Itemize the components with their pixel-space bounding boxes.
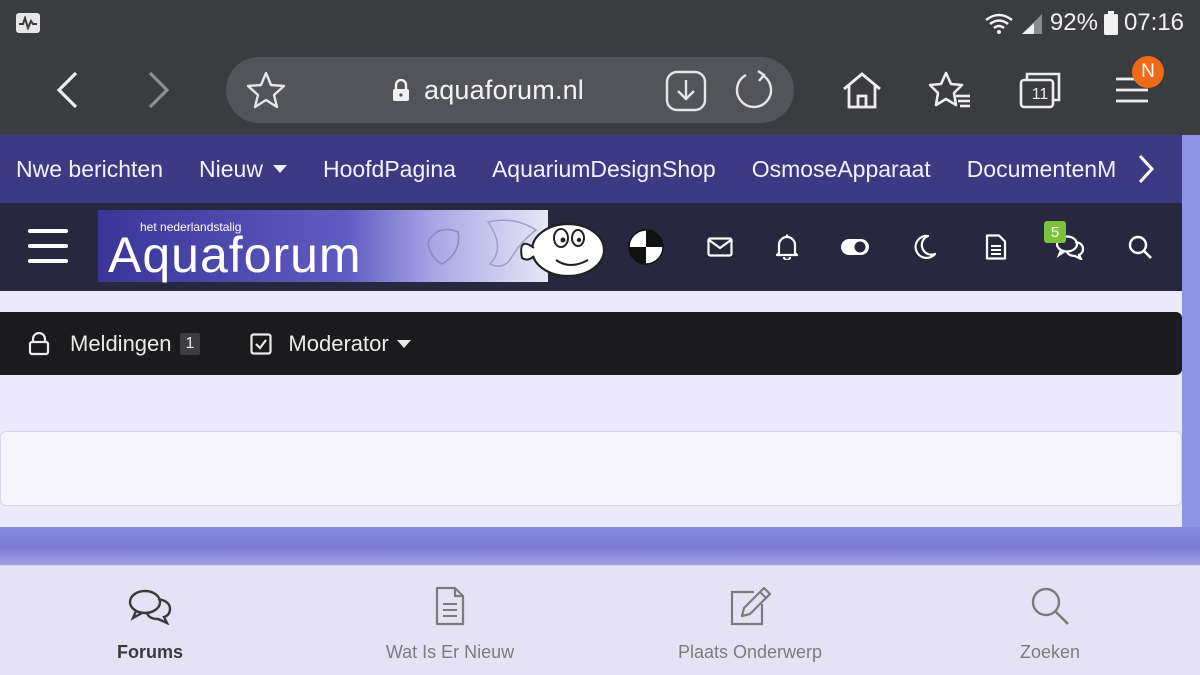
- reports-count: 1: [179, 332, 201, 355]
- forward-button[interactable]: [134, 64, 182, 116]
- edit-icon: [726, 582, 774, 630]
- site-nav: Nwe berichten Nieuw HoofdPagina Aquarium…: [0, 135, 1182, 203]
- star-icon: [246, 71, 286, 109]
- lock-icon: [28, 331, 50, 355]
- nav-osmose-apparaat[interactable]: OsmoseApparaat: [752, 156, 931, 183]
- url-text[interactable]: aquaforum.nl: [424, 75, 584, 106]
- document-icon: [985, 234, 1007, 260]
- clock: 07:16: [1123, 9, 1184, 36]
- wifi-icon: [984, 12, 1014, 34]
- activity-icon: [16, 13, 40, 33]
- moderator-label: Moderator: [288, 330, 389, 356]
- nav-scroll-right-button[interactable]: [1136, 153, 1156, 190]
- bottom-nav-whats-new[interactable]: Wat Is Er Nieuw: [300, 566, 600, 675]
- moon-icon: [914, 234, 937, 259]
- webpage: Nwe berichten Nieuw HoofdPagina Aquarium…: [0, 135, 1200, 565]
- alerts-button[interactable]: [767, 227, 807, 267]
- page-background: [0, 527, 1200, 565]
- chevron-right-icon: [1138, 154, 1155, 184]
- caret-down-icon: [272, 165, 287, 173]
- reports-button[interactable]: Meldingen 1: [28, 330, 201, 357]
- bottom-nav-post-thread[interactable]: Plaats Onderwerp: [600, 566, 900, 675]
- checker-flag-icon: [628, 229, 664, 265]
- browser-toolbar: aquaforum.nl 11 N: [0, 46, 1200, 135]
- lock-icon: [392, 78, 410, 106]
- home-icon: [843, 72, 881, 109]
- chevron-right-icon: [148, 71, 170, 109]
- back-button[interactable]: [44, 64, 92, 116]
- nav-new-posts[interactable]: Nwe berichten: [16, 156, 163, 183]
- home-button[interactable]: [838, 64, 886, 116]
- moderator-bar: Meldingen 1 Moderator: [0, 312, 1182, 375]
- hamburger-menu-button[interactable]: [28, 229, 68, 263]
- signal-icon: [1020, 12, 1044, 34]
- toggle-icon: [841, 239, 869, 255]
- site-logo[interactable]: het nederlandstalig Aquaforum: [98, 210, 606, 286]
- inbox-button[interactable]: [700, 227, 740, 267]
- battery-percent: 92%: [1049, 9, 1098, 36]
- status-bar: 92% 07:16: [0, 0, 1200, 46]
- flag-button[interactable]: [626, 227, 666, 267]
- logo-text: Aquaforum: [108, 227, 362, 283]
- reports-label: Meldingen: [70, 330, 172, 356]
- nav-documenten[interactable]: DocumentenM: [967, 156, 1117, 183]
- bookmark-star-button[interactable]: [246, 71, 286, 114]
- search-button[interactable]: [1120, 227, 1160, 267]
- bottom-nav: Forums Wat Is Er Nieuw Plaats Onderwerp …: [0, 565, 1200, 675]
- dark-mode-button[interactable]: [905, 227, 945, 267]
- bottom-nav-label: Plaats Onderwerp: [677, 642, 823, 662]
- download-button[interactable]: [664, 69, 708, 118]
- nav-aquarium-design-shop[interactable]: AquariumDesignShop: [492, 156, 716, 183]
- document-icon: [426, 582, 474, 630]
- style-toggle-button[interactable]: [835, 227, 875, 267]
- bottom-nav-label: Forums: [116, 642, 183, 662]
- caret-down-icon: [396, 339, 411, 348]
- tabs-button[interactable]: 11: [1016, 64, 1064, 116]
- reload-button[interactable]: [732, 69, 776, 118]
- tab-count: 11: [1031, 86, 1049, 103]
- bottom-nav-label: Zoeken: [1019, 642, 1081, 662]
- bottom-nav-label: Wat Is Er Nieuw: [385, 642, 515, 662]
- nav-homepage[interactable]: HoofdPagina: [323, 156, 456, 183]
- bell-icon: [775, 234, 799, 260]
- profile-badge[interactable]: N: [1132, 56, 1164, 88]
- chevron-left-icon: [56, 71, 78, 109]
- bottom-nav-search[interactable]: Zoeken: [900, 566, 1200, 675]
- search-icon: [1026, 582, 1074, 630]
- bookmarks-star-icon: [928, 71, 970, 108]
- battery-icon: [1103, 11, 1118, 35]
- envelope-icon: [707, 237, 733, 257]
- fish-mascot-icon: [427, 219, 606, 278]
- address-bar[interactable]: aquaforum.nl: [226, 57, 794, 123]
- page-edge: [1182, 135, 1200, 530]
- conversations-badge: 5: [1044, 221, 1066, 243]
- bottom-nav-forums[interactable]: Forums: [0, 566, 300, 675]
- search-icon: [1128, 235, 1152, 259]
- download-icon: [665, 70, 707, 112]
- whats-new-button[interactable]: [976, 227, 1016, 267]
- chat-bubbles-icon: [126, 582, 174, 630]
- site-header: het nederlandstalig Aquaforum 5: [0, 203, 1182, 291]
- reload-icon: [735, 70, 773, 109]
- checkbox-icon: [250, 332, 273, 355]
- bookmarks-button[interactable]: [926, 64, 974, 116]
- moderator-menu-button[interactable]: Moderator: [250, 330, 411, 357]
- nav-new[interactable]: Nieuw: [199, 156, 287, 183]
- content-block: [0, 431, 1182, 506]
